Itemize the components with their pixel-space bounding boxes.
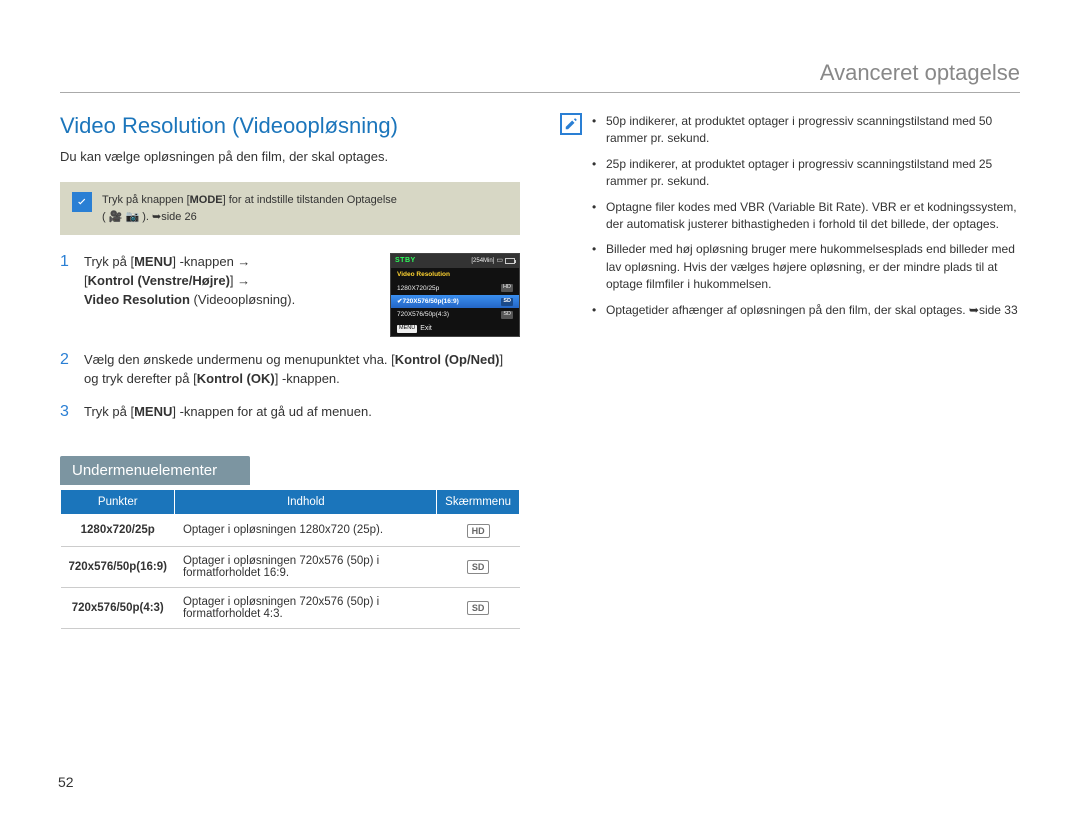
step3-text-a: Tryk på [	[84, 404, 134, 419]
th-punkter: Punkter	[61, 489, 175, 514]
hd-badge: HD	[501, 284, 513, 292]
sd-badge: SD	[501, 298, 513, 306]
step-1: 1 Tryk på [MENU] -knappen → [Kontrol (Ve…	[60, 253, 520, 337]
arrow-icon: →	[237, 254, 250, 269]
row-punkter: 720x576/50p(4:3)	[61, 587, 175, 628]
sd-badge: SD	[467, 560, 490, 574]
camera-menu-item: 720X576/50p(4:3) SD	[391, 308, 519, 321]
precondition-text-a: Tryk på knappen [	[102, 194, 190, 206]
note-item: 50p indikerer, at produktet optager i pr…	[592, 113, 1020, 148]
camera-menu-exit-row: MENU Exit	[391, 322, 519, 336]
page-ref-26: ➥side 26	[152, 211, 197, 223]
step1-text-b: ] -knappen	[172, 254, 237, 269]
camera-menu-screenshot: STBY [254Min] ▭ Video Resolution 1280X72…	[390, 253, 520, 337]
hd-badge: HD	[467, 524, 490, 538]
table-row: 720x576/50p(16:9) Optager i opløsningen …	[61, 546, 520, 587]
precondition-box: Tryk på knappen [MODE] for at indstille …	[60, 182, 520, 235]
battery-icon	[505, 258, 515, 264]
steps-list: 1 Tryk på [MENU] -knappen → [Kontrol (Ve…	[60, 253, 520, 422]
camera-menu-item-selected: ✔ 720X576/50p(16:9) SD	[391, 295, 519, 308]
note-icon	[560, 113, 582, 135]
step1-text-f: (Videoopløsning).	[190, 292, 295, 307]
chapter-title: Avanceret optagelse	[60, 60, 1020, 93]
arrow-icon: →	[237, 273, 250, 288]
menu-label: MENU	[134, 254, 172, 269]
kontrol-lr-label: Kontrol (Venstre/Højre)	[88, 273, 230, 288]
camera-menu-item: 1280X720/25p HD	[391, 282, 519, 295]
intro-text: Du kan vælge opløsningen på den film, de…	[60, 149, 520, 164]
cm-item-label: 720X576/50p(16:9)	[402, 297, 501, 306]
menu-label: MENU	[134, 404, 172, 419]
table-row: 1280x720/25p Optager i opløsningen 1280x…	[61, 514, 520, 546]
page-number: 52	[58, 774, 74, 790]
stby-indicator: STBY	[395, 256, 416, 266]
note-item: Optagetider afhænger af opløsningen på d…	[592, 302, 1020, 319]
check-icon	[72, 192, 92, 212]
submenu-header: Undermenuelementer	[60, 456, 250, 485]
step1-text-a: Tryk på [	[84, 254, 134, 269]
left-column: Video Resolution (Videoopløsning) Du kan…	[60, 113, 520, 629]
step-number: 2	[60, 351, 74, 389]
menu-button-icon: MENU	[397, 325, 417, 333]
cm-item-label: 1280X720/25p	[397, 284, 439, 293]
kontrol-ok-label: Kontrol (OK)	[197, 371, 275, 386]
step2-text-a: Vælg den ønskede undermenu og menupunkte…	[84, 352, 395, 367]
camera-menu-title: Video Resolution	[391, 268, 519, 281]
section-title: Video Resolution (Videoopløsning)	[60, 113, 520, 139]
sd-badge: SD	[501, 311, 513, 319]
th-skaermmenu: Skærmmenu	[437, 489, 520, 514]
step-3: 3 Tryk på [MENU] -knappen for at gå ud a…	[60, 403, 520, 422]
row-indhold: Optager i opløsningen 720x576 (50p) i fo…	[175, 546, 437, 587]
kontrol-updown-label: Kontrol (Op/Ned)	[395, 352, 500, 367]
resolution-table: Punkter Indhold Skærmmenu 1280x720/25p O…	[60, 489, 520, 629]
step-number: 3	[60, 403, 74, 422]
notes-block: 50p indikerer, at produktet optager i pr…	[560, 113, 1020, 327]
th-indhold: Indhold	[175, 489, 437, 514]
mode-button-label: MODE	[190, 194, 223, 206]
note-item: 25p indikerer, at produktet optager i pr…	[592, 156, 1020, 191]
sd-badge: SD	[467, 601, 490, 615]
step3-text-b: ] -knappen for at gå ud af menuen.	[172, 404, 371, 419]
step2-text-c: ] -knappen.	[275, 371, 340, 386]
mode-icons: ( 🎥 📷 ).	[102, 211, 152, 223]
note-item: Billeder med høj opløsning bruger mere h…	[592, 241, 1020, 293]
step-2: 2 Vælg den ønskede undermenu og menupunk…	[60, 351, 520, 389]
remaining-time: [254Min]	[471, 257, 494, 266]
step-number: 1	[60, 253, 74, 337]
row-indhold: Optager i opløsningen 1280x720 (25p).	[175, 514, 437, 546]
row-indhold: Optager i opløsningen 720x576 (50p) i fo…	[175, 587, 437, 628]
video-resolution-label: Video Resolution	[84, 292, 190, 307]
table-row: 720x576/50p(4:3) Optager i opløsningen 7…	[61, 587, 520, 628]
cm-item-label: 720X576/50p(4:3)	[397, 310, 449, 319]
sd-card-icon: ▭	[496, 256, 503, 266]
exit-label: Exit	[420, 324, 432, 334]
note-item: Optagne filer kodes med VBR (Variable Bi…	[592, 199, 1020, 234]
row-punkter: 720x576/50p(16:9)	[61, 546, 175, 587]
precondition-text-b: ] for at indstille tilstanden Optagelse	[223, 194, 397, 206]
right-column: 50p indikerer, at produktet optager i pr…	[560, 113, 1020, 629]
row-punkter: 1280x720/25p	[61, 514, 175, 546]
